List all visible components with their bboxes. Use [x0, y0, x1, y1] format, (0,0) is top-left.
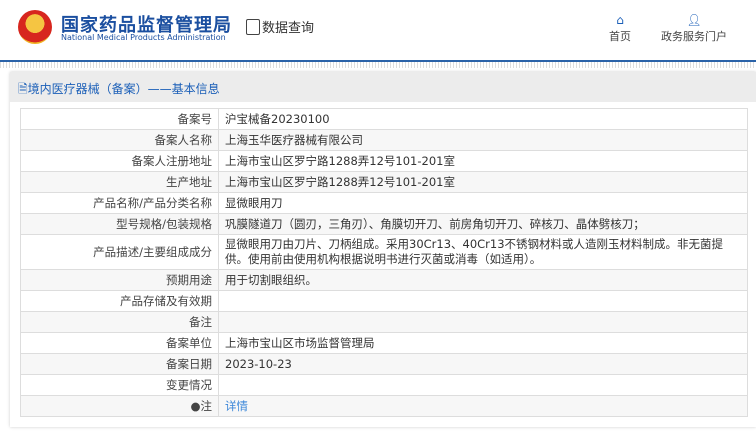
- panel-title-text: 境内医疗器械（备案）——基本信息: [27, 82, 220, 96]
- table-row: 产品名称/产品分类名称 显微眼用刀: [20, 192, 748, 214]
- row-label: 型号规格/包装规格: [20, 213, 219, 235]
- table-row: 备注: [20, 311, 748, 333]
- row-value: 上海市宝山区罗宁路1288弄12号101-201室: [218, 171, 748, 193]
- home-icon: ⌂: [616, 13, 624, 27]
- logo-subtitle: National Medical Products Administration: [61, 33, 226, 42]
- data-query-link[interactable]: 数据查询: [246, 17, 314, 36]
- document-search-icon: [246, 18, 260, 35]
- data-query-label: 数据查询: [262, 21, 315, 36]
- table-row: 型号规格/包装规格 巩膜隧道刀（圆刃，三角刃）、角膜切开刀、前房角切开刀、碎核刀、…: [20, 213, 748, 235]
- bulb-icon: ●: [190, 398, 201, 413]
- row-label: 变更情况: [20, 374, 219, 396]
- table-row: 备案人注册地址 上海市宝山区罗宁路1288弄12号101-201室: [20, 150, 748, 172]
- table-row: 生产地址 上海市宝山区罗宁路1288弄12号101-201室: [20, 171, 748, 193]
- nav-home-label: 首页: [609, 30, 631, 43]
- row-value: [218, 290, 748, 312]
- row-label: 备案人名称: [20, 129, 219, 151]
- row-value: 2023-10-23: [218, 353, 748, 375]
- row-value: 详情: [218, 395, 748, 417]
- row-label: 产品名称/产品分类名称: [20, 192, 219, 214]
- row-label: 备案人注册地址: [20, 150, 219, 172]
- table-row: 预期用途 用于切割眼组织。: [20, 269, 748, 291]
- table-row: 备案人名称 上海玉华医疗器械有限公司: [20, 129, 748, 151]
- row-label: 生产地址: [20, 171, 219, 193]
- row-value: 上海市宝山区罗宁路1288弄12号101-201室: [218, 150, 748, 172]
- row-label: 备案单位: [20, 332, 219, 354]
- row-label: 产品描述/主要组成成分: [20, 234, 219, 270]
- table-row: 产品存储及有效期: [20, 290, 748, 312]
- nav-service-label: 政务服务门户: [661, 30, 727, 43]
- table-row: 备案单位 上海市宝山区市场监督管理局: [20, 332, 748, 354]
- table-row-note: ●注 详情: [20, 395, 748, 417]
- divider: [0, 62, 756, 68]
- row-value: [218, 374, 748, 396]
- details-link[interactable]: 详情: [225, 399, 248, 413]
- table-row: 产品描述/主要组成成分 显微眼用刀由刀片、刀柄组成。采用30Cr13、40Cr13…: [20, 234, 748, 270]
- row-value: 显微眼用刀: [218, 192, 748, 214]
- nav-service-portal[interactable]: 👤︎ 政务服务门户: [661, 12, 727, 44]
- row-value: [218, 311, 748, 333]
- row-label: 备注: [20, 311, 219, 333]
- row-label: 备案号: [20, 108, 219, 130]
- info-panel: 🗎境内医疗器械（备案）——基本信息 备案号 沪宝械备20230100 备案人名称 上海…: [10, 72, 756, 427]
- row-value: 沪宝械备20230100: [218, 108, 748, 130]
- row-label: 产品存储及有效期: [20, 290, 219, 312]
- row-value: 用于切割眼组织。: [218, 269, 748, 291]
- table-row: 备案日期 2023-10-23: [20, 353, 748, 375]
- note-label: 注: [200, 398, 213, 413]
- row-value: 上海玉华医疗器械有限公司: [218, 129, 748, 151]
- row-label: ●注: [20, 395, 219, 417]
- row-label: 备案日期: [20, 353, 219, 375]
- row-value: 上海市宝山区市场监督管理局: [218, 332, 748, 354]
- table-row: 变更情况: [20, 374, 748, 396]
- table-row: 备案号 沪宝械备20230100: [20, 108, 748, 130]
- row-value: 巩膜隧道刀（圆刃，三角刃）、角膜切开刀、前房角切开刀、碎核刀、晶体劈核刀；: [218, 213, 748, 235]
- nav-home[interactable]: ⌂ 首页: [609, 12, 631, 44]
- site-header: 国家药品监督管理局 National Medical Products Admi…: [0, 0, 756, 62]
- info-table: 备案号 沪宝械备20230100 备案人名称 上海玉华医疗器械有限公司 备案人注册地址上…: [20, 108, 748, 417]
- panel-title: 🗎境内医疗器械（备案）——基本信息: [10, 72, 756, 102]
- row-label: 预期用途: [20, 269, 219, 291]
- user-icon: 👤︎: [686, 13, 702, 27]
- national-emblem-logo: [18, 10, 52, 44]
- row-value: 显微眼用刀由刀片、刀柄组成。采用30Cr13、40Cr13不锈钢材料或人造刚玉材…: [218, 234, 748, 270]
